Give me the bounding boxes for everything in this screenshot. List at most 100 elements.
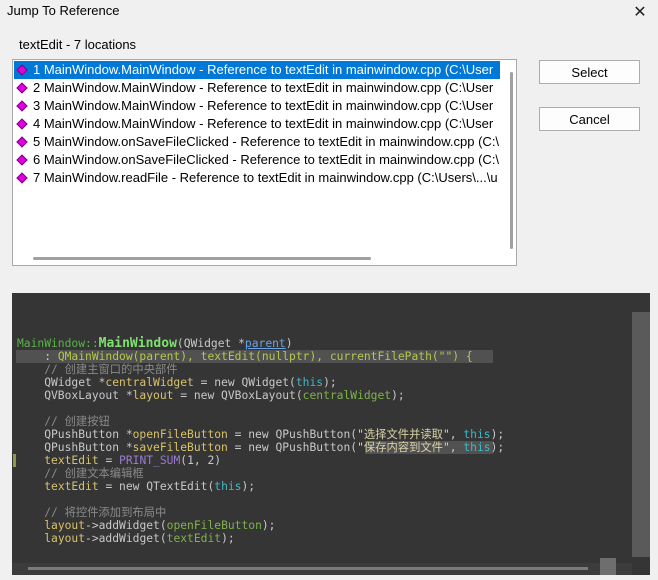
reference-icon [16, 100, 28, 112]
list-item-label: 3 MainWindow.MainWindow - Reference to t… [33, 98, 494, 113]
reference-icon [16, 118, 28, 130]
editor-horizontal-scrollbar[interactable] [12, 563, 632, 575]
editor-scroll-thumb[interactable] [28, 567, 588, 570]
close-button[interactable]: ✕ [622, 0, 658, 24]
title-bar: Jump To Reference ✕ [0, 0, 658, 28]
code-line: layout->addWidget(textEdit); [17, 532, 235, 545]
list-item[interactable]: 6 MainWindow.onSaveFileClicked - Referen… [14, 151, 500, 169]
code-line: // 创建主窗口的中央部件 [17, 363, 177, 376]
code-token: (QWidget * [176, 337, 245, 350]
code-line: // 创建文本编辑框 [17, 467, 144, 480]
code-line: // 将控件添加到布局中 [17, 506, 166, 519]
code-token: QPushButton * [17, 441, 133, 454]
list-item[interactable]: 3 MainWindow.MainWindow - Reference to t… [14, 97, 500, 115]
list-item[interactable]: 5 MainWindow.onSaveFileClicked - Referen… [14, 133, 500, 151]
code-line: QPushButton *openFileButton = new QPushB… [17, 428, 504, 441]
list-vertical-scrollbar[interactable] [510, 72, 513, 249]
code-token: layout [44, 519, 86, 532]
code-token: , [449, 441, 464, 454]
scroll-corner [600, 558, 616, 575]
code-token: textEdit [166, 532, 222, 545]
code-token: : [17, 350, 58, 363]
reference-list[interactable]: 1 MainWindow.MainWindow - Reference to t… [12, 59, 517, 266]
code-token: = new QTextEdit( [98, 480, 215, 493]
code-token: QPushButton * [17, 428, 133, 441]
code-token: "选择文件并读取" [357, 428, 450, 441]
code-token: ); [490, 441, 505, 454]
code-token: ->addWidget( [85, 532, 167, 545]
code-token: ); [221, 532, 235, 545]
code-token: ); [391, 389, 405, 402]
editor-minimap[interactable] [632, 312, 650, 557]
code-token: = new QVBoxLayout( [173, 389, 303, 402]
code-token: centralWidget [105, 376, 194, 389]
list-item-label: 6 MainWindow.onSaveFileClicked - Referen… [33, 152, 500, 167]
code-line: QWidget *centralWidget = new QWidget(thi… [17, 376, 337, 389]
list-item[interactable]: 1 MainWindow.MainWindow - Reference to t… [14, 61, 500, 79]
code-token: parent [244, 337, 286, 350]
list-item[interactable]: 2 MainWindow.MainWindow - Reference to t… [14, 79, 500, 97]
code-token: layout [132, 389, 174, 402]
cancel-button[interactable]: Cancel [539, 107, 640, 131]
code-preview: MainWindow::MainWindow(QWidget *parent) … [12, 293, 650, 575]
code-token: this [295, 376, 324, 389]
code-line: // 创建按钮 [17, 415, 110, 428]
select-button[interactable]: Select [539, 60, 640, 84]
list-item[interactable]: 7 MainWindow.readFile - Reference to tex… [14, 169, 500, 187]
code-token: QMainWindow(parent), textEdit(nullptr), … [57, 350, 473, 363]
code-token: (1, 2) [180, 454, 222, 467]
code-token: = new QPushButton( [227, 441, 358, 454]
code-token: this [463, 428, 491, 441]
list-item-label: 5 MainWindow.onSaveFileClicked - Referen… [33, 134, 500, 149]
list-item-label: 7 MainWindow.readFile - Reference to tex… [33, 170, 498, 185]
code-token: ); [323, 376, 337, 389]
code-token: = [98, 454, 120, 467]
code-token: ) [285, 337, 293, 350]
code-line: textEdit = new QTextEdit(this); [17, 480, 255, 493]
code-token: centralWidget [302, 389, 392, 402]
code-line: textEdit = PRINT_SUM(1, 2) [17, 454, 221, 467]
code-token: = new QPushButton( [227, 428, 358, 441]
code-line: QPushButton *saveFileButton = new QPushB… [17, 441, 504, 454]
reference-icon [16, 136, 28, 148]
code-token: QWidget * [17, 376, 106, 389]
code-line: layout->addWidget(openFileButton); [17, 519, 275, 532]
reference-icon [16, 82, 28, 94]
code-token: this [214, 480, 242, 493]
code-token: "保存内容到文件" [357, 441, 450, 454]
code-token: QVBoxLayout * [17, 389, 133, 402]
reference-icon [16, 172, 28, 184]
change-marker [13, 454, 16, 467]
reference-icon [16, 154, 28, 166]
code-token: MainWindow [98, 336, 177, 351]
list-horizontal-scrollbar[interactable] [33, 257, 371, 260]
code-line: : QMainWindow(parent), textEdit(nullptr)… [17, 350, 473, 363]
code-line: QVBoxLayout *layout = new QVBoxLayout(ce… [17, 389, 405, 402]
close-icon[interactable]: ✕ [633, 2, 646, 22]
code-token: MainWindow:: [17, 337, 99, 350]
list-item-label: 2 MainWindow.MainWindow - Reference to t… [33, 80, 494, 95]
code-token: openFileButton [166, 519, 262, 532]
code-token: // 创建文本编辑框 [17, 467, 144, 480]
code-token: ->addWidget( [85, 519, 167, 532]
code-token: layout [44, 532, 86, 545]
code-token: this [463, 441, 491, 454]
reference-icon [16, 64, 28, 76]
list-item-label: 4 MainWindow.MainWindow - Reference to t… [33, 116, 494, 131]
code-token: textEdit [44, 480, 99, 493]
code-token: , [449, 428, 464, 441]
window-title: Jump To Reference [7, 3, 120, 18]
code-token: saveFileButton [132, 441, 228, 454]
locations-count-label: textEdit - 7 locations [19, 37, 137, 52]
code-token: // 将控件添加到布局中 [17, 506, 167, 519]
code-token: openFileButton [132, 428, 228, 441]
code-token: textEdit [44, 454, 99, 467]
list-item[interactable]: 4 MainWindow.MainWindow - Reference to t… [14, 115, 500, 133]
code-line: MainWindow::MainWindow(QWidget *parent) [17, 337, 293, 350]
code-token: // 创建按钮 [17, 415, 110, 428]
code-token: ); [241, 480, 256, 493]
